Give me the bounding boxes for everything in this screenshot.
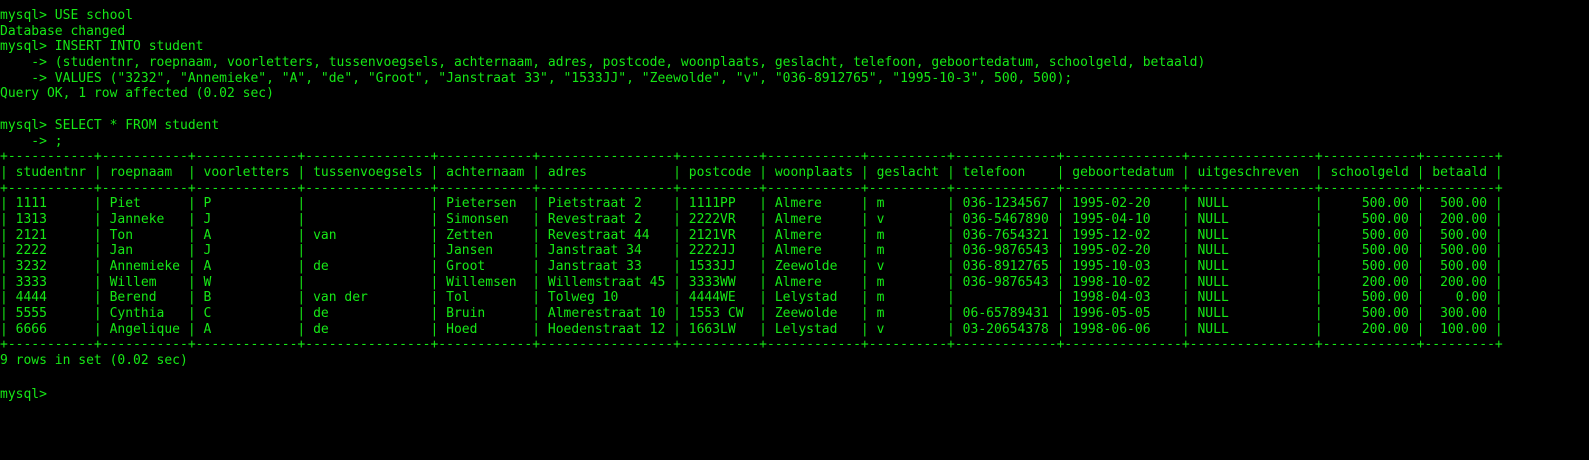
prompt-text: mysql> xyxy=(0,386,47,402)
terminal-window[interactable]: mysql> USE school Database changed mysql… xyxy=(0,0,1589,460)
continuation-line: -> ; xyxy=(0,133,63,149)
continuation-line: -> (studentnr, roepnaam, voorletters, tu… xyxy=(0,55,1206,71)
text-cursor xyxy=(47,385,55,398)
table-header-row: | studentnr | roepnaam | voorletters | t… xyxy=(0,164,1503,180)
table-row: | 2222 | Jan | J | | Jansen | Janstraat … xyxy=(0,243,1503,259)
prompt-line: mysql> INSERT INTO student xyxy=(0,39,204,55)
prompt-line: mysql> SELECT * FROM student xyxy=(0,117,220,133)
table-border: +-----------+-----------+-------------+-… xyxy=(0,337,1503,353)
table-row: | 2121 | Ton | A | van | Zetten | Revest… xyxy=(0,227,1503,243)
active-prompt-line[interactable]: mysql> xyxy=(0,385,1589,402)
table-row: | 1111 | Piet | P | | Pietersen | Pietst… xyxy=(0,196,1503,212)
prompt-line: mysql> USE school xyxy=(0,8,134,23)
table-row: | 5555 | Cynthia | C | de | Bruin | Alme… xyxy=(0,306,1503,322)
table-border: +-----------+-----------+-------------+-… xyxy=(0,180,1503,196)
output-line: Database changed xyxy=(0,23,126,39)
table-row: | 6666 | Angelique | A | de | Hoed | Hoe… xyxy=(0,321,1503,337)
table-row: | 3333 | Willem | W | | Willemsen | Will… xyxy=(0,274,1503,290)
table-border: +-----------+-----------+-------------+-… xyxy=(0,149,1503,165)
output-line: 9 rows in set (0.02 sec) xyxy=(0,353,188,369)
table-row: | 3232 | Annemieke | A | de | Groot | Ja… xyxy=(0,259,1503,274)
output-line: Query OK, 1 row affected (0.02 sec) xyxy=(0,86,274,102)
table-row: | 1313 | Janneke | J | | Simonsen | Reve… xyxy=(0,211,1503,227)
table-row: | 4444 | Berend | B | van der | Tol | To… xyxy=(0,290,1503,306)
continuation-line: -> VALUES ("3232", "Annemieke", "A", "de… xyxy=(0,70,1073,86)
